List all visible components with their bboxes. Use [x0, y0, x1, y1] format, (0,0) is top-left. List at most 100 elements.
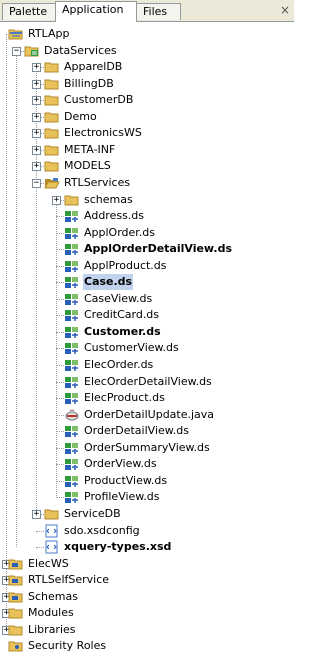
folder-icon [44, 110, 60, 124]
tree-item-label: OrderDetailView.ds [84, 424, 189, 438]
tree-item-label: CaseView.ds [84, 291, 153, 305]
expand-icon[interactable]: + [52, 195, 61, 205]
tree-item[interactable]: + Modules [0, 605, 290, 621]
application-tree[interactable]: RTLApp − DataServices + ApparelDB + BillingDB +… [0, 22, 294, 656]
tree-item[interactable]: + Schemas [0, 589, 290, 605]
tree-item[interactable]: CreditCard.ds [0, 307, 290, 323]
expand-icon[interactable]: + [32, 162, 41, 172]
folder-icon [44, 126, 60, 140]
tree-guide-horizontal [56, 232, 64, 234]
tree-item-label: Case.ds [83, 274, 134, 291]
tree-item[interactable]: − DataServices [0, 43, 290, 59]
tree-item[interactable]: + RTLSelfService [0, 572, 290, 588]
expand-icon[interactable]: + [32, 96, 41, 106]
tree-item-label: Demo [64, 109, 97, 123]
tree-item[interactable]: + ElectronicsWS [0, 125, 290, 141]
expand-icon[interactable]: + [32, 145, 41, 155]
tab-files[interactable]: Files [136, 3, 181, 20]
tree-item[interactable]: ElecProduct.ds [0, 390, 290, 406]
tab-palette[interactable]: Palette [2, 3, 56, 20]
tree-item[interactable]: OrderDetailUpdate.java [0, 407, 290, 423]
tree-item[interactable]: ApplOrderDetailView.ds [0, 241, 290, 257]
tree-item[interactable]: Customer.ds [0, 324, 290, 340]
expand-icon[interactable]: + [32, 509, 41, 519]
java-file-icon [64, 408, 80, 422]
tree-item[interactable]: RTLApp [0, 26, 290, 42]
tree-item-label: schemas [84, 192, 133, 206]
folder-icon [44, 143, 60, 157]
tree-guide-horizontal [36, 547, 44, 549]
data-service-file-icon [64, 292, 80, 306]
folder-icon [8, 623, 24, 637]
close-icon[interactable]: × [280, 3, 290, 17]
tree-item-label: RTLApp [28, 27, 70, 40]
expand-icon[interactable]: + [32, 112, 41, 122]
tree-guide-horizontal [56, 265, 64, 267]
tree-item[interactable]: Case.ds [0, 274, 290, 291]
tree-item[interactable]: xquery-types.xsd [0, 539, 290, 555]
tree-item[interactable]: + META-INF [0, 142, 290, 158]
tree-item[interactable]: + Demo [0, 109, 290, 125]
tree-item[interactable]: + Libraries [0, 622, 290, 638]
tree-item[interactable]: sdo.xsdconfig [0, 523, 290, 539]
folder-icon [44, 77, 60, 91]
tree-item-label: RTLServices [64, 175, 131, 189]
data-service-file-icon [64, 391, 80, 405]
tree-item-label: CustomerDB [64, 93, 134, 107]
tree-item[interactable]: + MODELS [0, 158, 290, 174]
project-folder-icon [8, 590, 24, 604]
tree-item[interactable]: OrderDetailView.ds [0, 423, 290, 439]
tree-item[interactable]: Address.ds [0, 208, 290, 224]
app-folder-icon [8, 27, 24, 41]
tree-guide-horizontal [56, 431, 64, 433]
tree-item-label: ApplOrder.ds [84, 225, 156, 239]
expand-icon[interactable]: + [32, 63, 41, 73]
tree-item-label: ElecWS [28, 556, 69, 570]
data-service-file-icon [64, 275, 80, 289]
data-service-file-icon [64, 209, 80, 223]
tree-item[interactable]: ProductView.ds [0, 473, 290, 489]
tree-guide-horizontal [56, 447, 64, 449]
tree-item[interactable]: OrderView.ds [0, 456, 290, 472]
tree-item-label: OrderSummaryView.ds [84, 440, 210, 454]
data-service-file-icon [64, 226, 80, 240]
tree-item[interactable]: + ElecWS [0, 556, 290, 572]
security-roles-icon [8, 639, 24, 653]
tree-item[interactable]: ApplOrder.ds [0, 225, 290, 241]
tree-item-label: ApplOrderDetailView.ds [84, 242, 232, 256]
tab-application[interactable]: Application [55, 1, 137, 22]
collapse-icon[interactable]: − [12, 46, 21, 56]
tree-item-label: Customer.ds [84, 324, 161, 338]
expand-icon[interactable]: + [32, 129, 41, 139]
tree-item[interactable]: + BillingDB [0, 76, 290, 92]
tree-item-label: MODELS [64, 159, 111, 173]
tree-item[interactable]: − RTLServices [0, 175, 290, 191]
tree-guide-horizontal [56, 381, 64, 383]
tree-item-label: Libraries [28, 622, 76, 636]
tree-item[interactable]: Security Roles [0, 638, 290, 654]
tree-item[interactable]: OrderSummaryView.ds [0, 440, 290, 456]
data-service-file-icon [64, 341, 80, 355]
tree-item[interactable]: ApplProduct.ds [0, 258, 290, 274]
tree-item[interactable]: ProfileView.ds [0, 489, 290, 505]
tree-item[interactable]: ElecOrderDetailView.ds [0, 374, 290, 390]
data-service-file-icon [64, 424, 80, 438]
tree-item-label: META-INF [64, 142, 116, 156]
tree-item[interactable]: + CustomerDB [0, 92, 290, 108]
tree-item[interactable]: + schemas [0, 192, 290, 208]
tree-item[interactable]: + ServiceDB [0, 506, 290, 522]
tree-item-label: CreditCard.ds [84, 308, 160, 322]
tree-item-label: ServiceDB [64, 506, 121, 520]
tree-item-label: BillingDB [64, 76, 114, 90]
tree-item-label: CustomerView.ds [84, 341, 179, 355]
collapse-icon[interactable]: − [32, 178, 41, 188]
tree-item[interactable]: + ApparelDB [0, 59, 290, 75]
tree-guide-horizontal [56, 216, 64, 218]
tree-item[interactable]: CaseView.ds [0, 291, 290, 307]
tree-guide-horizontal [56, 414, 64, 416]
tree-item-label: ElectronicsWS [64, 126, 142, 140]
folder-icon [64, 193, 80, 207]
expand-icon[interactable]: + [32, 79, 41, 89]
tree-item[interactable]: CustomerView.ds [0, 340, 290, 356]
tree-item[interactable]: ElecOrder.ds [0, 357, 290, 373]
